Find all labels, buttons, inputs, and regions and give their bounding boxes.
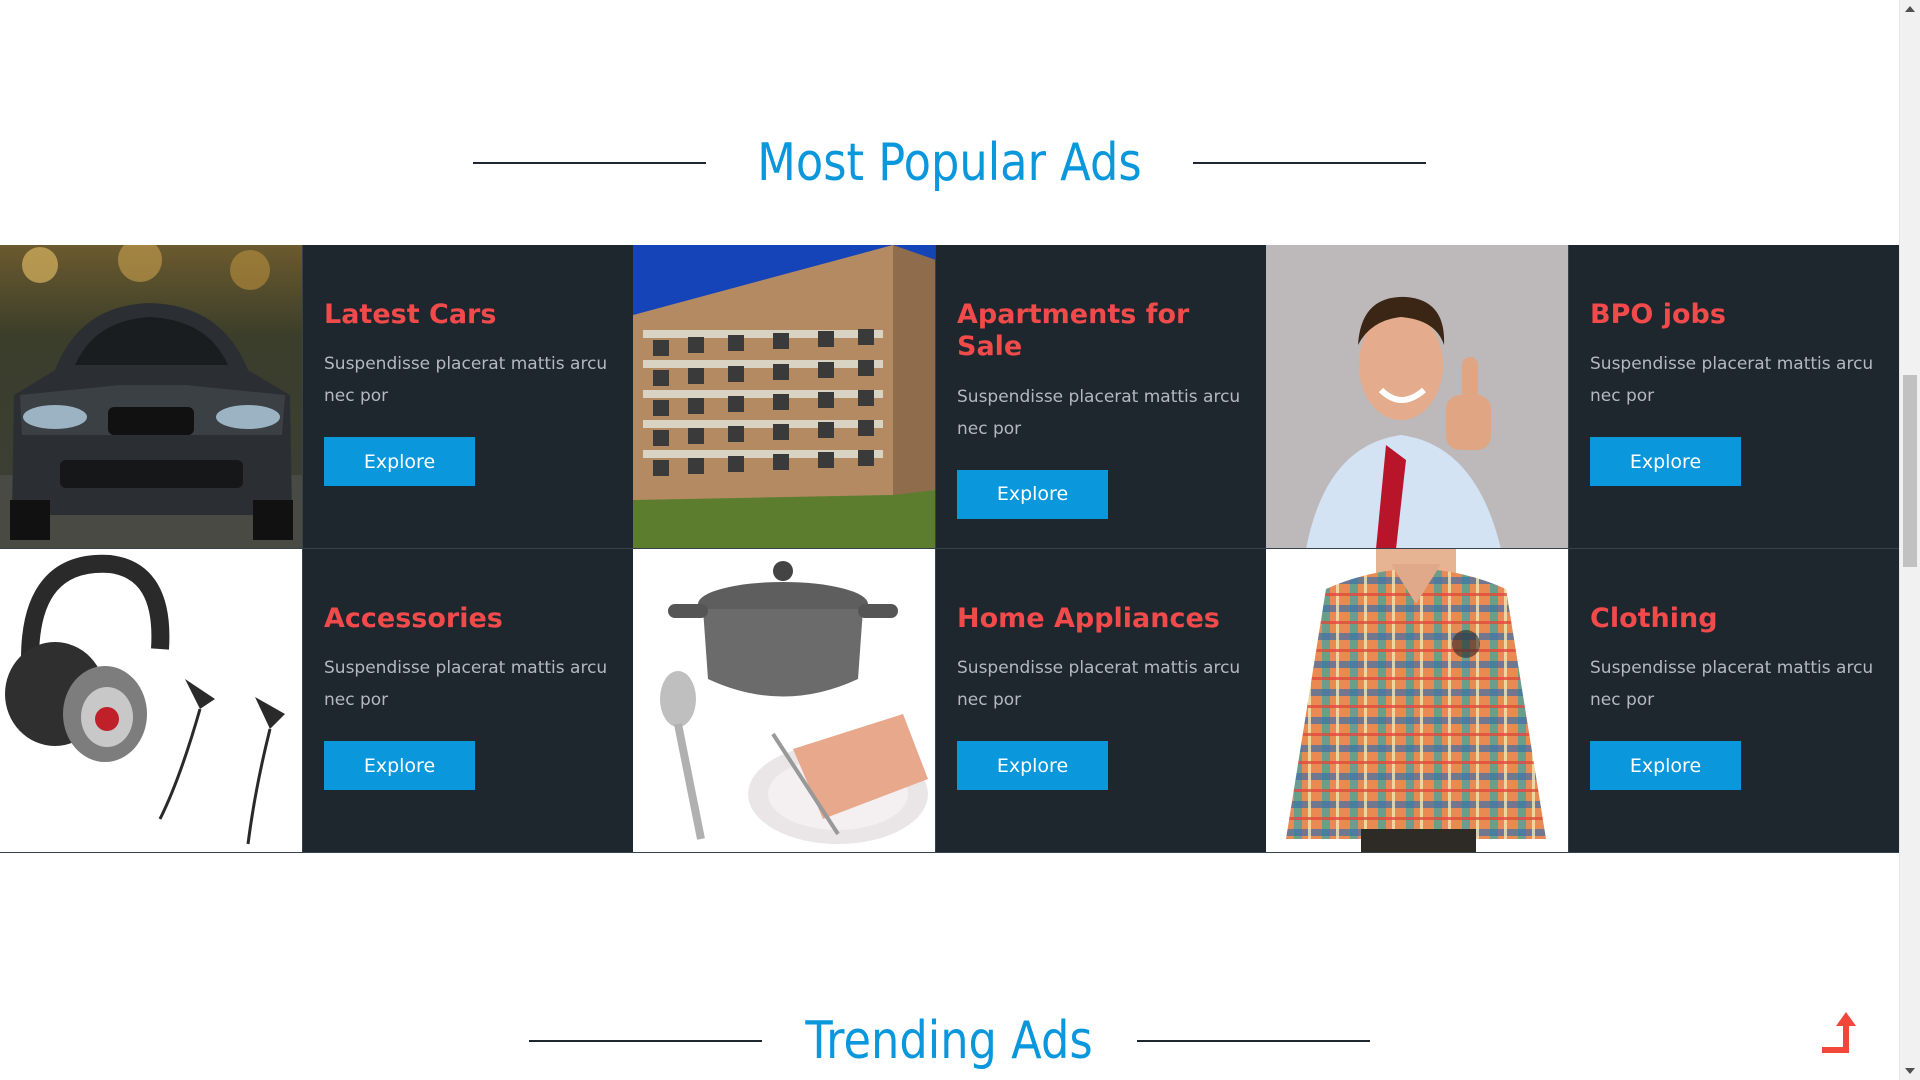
ad-body: Clothing Suspendisse placerat mattis arc… [1569, 549, 1910, 852]
headphones-image [0, 549, 303, 852]
ad-body: Latest Cars Suspendisse placerat mattis … [303, 245, 644, 548]
ad-title: Latest Cars [324, 299, 497, 330]
back-to-top-arrow-icon[interactable] [1818, 1010, 1862, 1058]
ad-card-clothing: Clothing Suspendisse placerat mattis arc… [1266, 549, 1899, 853]
explore-button[interactable]: Explore [957, 469, 1108, 519]
explore-button[interactable]: Explore [957, 741, 1108, 791]
heading-rule-left [529, 1040, 763, 1042]
ad-description: Suspendisse placerat mattis arcu nec por [324, 658, 608, 711]
ad-card-accessories: Accessories Suspendisse placerat mattis … [0, 549, 633, 853]
ad-body: Home Appliances Suspendisse placerat mat… [936, 549, 1277, 852]
vertical-scrollbar[interactable] [1899, 0, 1920, 1080]
explore-button[interactable]: Explore [324, 741, 475, 791]
page-content: Most Popular Ads Latest Cars Suspendisse… [0, 0, 1899, 1080]
ad-card-bpo-jobs: BPO jobs Suspendisse placerat mattis arc… [1266, 245, 1899, 549]
ad-card-latest-cars: Latest Cars Suspendisse placerat mattis … [0, 245, 633, 549]
cookware-image [633, 549, 936, 852]
ad-description: Suspendisse placerat mattis arcu nec por [957, 658, 1241, 711]
ad-body: Apartments for Sale Suspendisse placerat… [936, 245, 1277, 548]
section-title: Most Popular Ads [757, 133, 1142, 193]
ad-description: Suspendisse placerat mattis arcu nec por [1590, 658, 1874, 711]
ad-description: Suspendisse placerat mattis arcu nec por [1590, 354, 1874, 407]
heading-rule-left [473, 162, 707, 164]
ad-title: Apartments for Sale [957, 299, 1190, 363]
explore-button[interactable]: Explore [1590, 437, 1741, 487]
ad-body: BPO jobs Suspendisse placerat mattis arc… [1569, 245, 1910, 548]
scroll-down-arrow-icon[interactable] [1900, 1062, 1920, 1080]
ad-title: Clothing [1590, 603, 1718, 634]
ad-card-home-appliances: Home Appliances Suspendisse placerat mat… [633, 549, 1266, 853]
page: Most Popular Ads Latest Cars Suspendisse… [0, 0, 1920, 1080]
explore-button[interactable]: Explore [1590, 741, 1741, 791]
car-image [0, 245, 303, 548]
popular-ads-grid: Latest Cars Suspendisse placerat mattis … [0, 245, 1899, 853]
ad-description: Suspendisse placerat mattis arcu nec por [957, 386, 1241, 439]
ad-description: Suspendisse placerat mattis arcu nec por [324, 354, 608, 407]
section-title: Trending Ads [805, 1011, 1094, 1071]
apartment-building-image [633, 245, 936, 548]
ad-title: BPO jobs [1590, 299, 1726, 330]
businessman-thumbs-up-image [1266, 245, 1569, 548]
ad-title: Home Appliances [957, 603, 1220, 634]
most-popular-heading: Most Popular Ads [0, 128, 1899, 198]
heading-rule-right [1192, 162, 1426, 164]
plaid-shirt-image [1266, 549, 1569, 852]
explore-button[interactable]: Explore [324, 437, 475, 487]
ad-body: Accessories Suspendisse placerat mattis … [303, 549, 644, 852]
scroll-up-arrow-icon[interactable] [1900, 0, 1920, 18]
scrollbar-thumb[interactable] [1903, 375, 1917, 567]
heading-rule-right [1136, 1040, 1370, 1042]
ad-title: Accessories [324, 603, 503, 634]
ad-card-apartments: Apartments for Sale Suspendisse placerat… [633, 245, 1266, 549]
trending-heading: Trending Ads [0, 1006, 1899, 1076]
